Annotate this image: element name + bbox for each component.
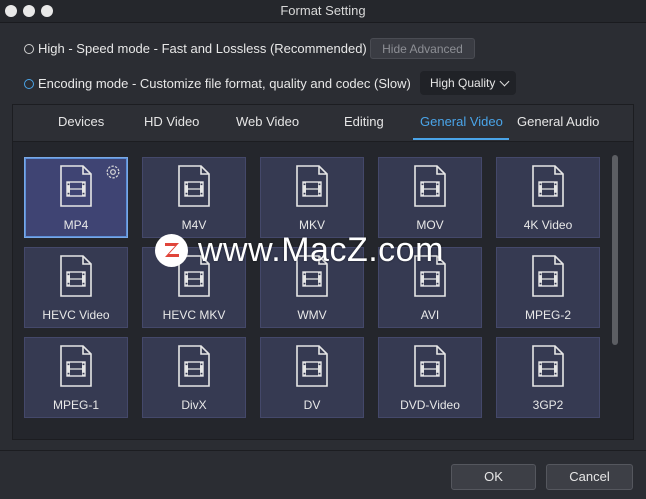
encoding-radio[interactable] [24, 78, 34, 89]
tab-devices[interactable]: Devices [58, 114, 104, 129]
scrollbar[interactable] [612, 155, 618, 345]
high-speed-mode-option[interactable]: High - Speed mode - Fast and Lossless (R… [24, 41, 367, 56]
window-title: Format Setting [280, 3, 366, 18]
format-label: HEVC Video [42, 308, 110, 322]
quality-dropdown[interactable]: High Quality [420, 71, 516, 95]
title-bar: Format Setting [0, 0, 646, 23]
format-tile[interactable]: DVD-Video [378, 337, 482, 418]
format-tile[interactable]: HEVC Video [24, 247, 128, 328]
gear-icon[interactable] [104, 163, 122, 181]
format-label: MP4 [63, 218, 89, 232]
video-file-icon [414, 165, 446, 207]
format-label: HEVC MKV [162, 308, 226, 322]
format-tile[interactable]: MOV [378, 157, 482, 238]
video-file-icon [178, 345, 210, 387]
footer-divider [0, 450, 646, 451]
video-file-icon [532, 165, 564, 207]
format-label: MPEG-1 [52, 398, 99, 412]
video-file-icon [296, 165, 328, 207]
format-label: DV [303, 398, 321, 412]
video-file-icon [414, 345, 446, 387]
high-speed-label: High - Speed mode - Fast and Lossless (R… [38, 41, 367, 56]
video-file-icon [532, 255, 564, 297]
cancel-button[interactable]: Cancel [546, 464, 633, 490]
encoding-label: Encoding mode - Customize file format, q… [38, 76, 411, 91]
format-label: DVD-Video [400, 398, 460, 412]
category-tabs: Devices HD Video Web Video Editing Gener… [13, 105, 633, 142]
format-label: AVI [420, 308, 440, 322]
watermark-text: www.MacZ.com [198, 230, 444, 269]
z-logo-icon [164, 243, 179, 257]
tab-hd-video[interactable]: HD Video [144, 114, 199, 129]
format-tile[interactable]: M4V [142, 157, 246, 238]
active-tab-indicator [413, 138, 509, 140]
format-tile[interactable]: MKV [260, 157, 364, 238]
format-tile[interactable]: 3GP2 [496, 337, 600, 418]
tab-general-audio[interactable]: General Audio [517, 114, 599, 129]
format-label: DivX [181, 398, 207, 412]
format-panel: Devices HD Video Web Video Editing Gener… [12, 104, 634, 440]
video-file-icon [296, 345, 328, 387]
video-file-icon [60, 255, 92, 297]
high-speed-radio[interactable] [24, 43, 34, 54]
tab-web-video[interactable]: Web Video [236, 114, 299, 129]
encoding-mode-option[interactable]: Encoding mode - Customize file format, q… [24, 76, 411, 91]
format-tile[interactable]: 4K Video [496, 157, 600, 238]
format-label: WMV [297, 308, 327, 322]
video-file-icon [60, 165, 92, 207]
format-label: 4K Video [523, 218, 573, 232]
video-file-icon [532, 345, 564, 387]
video-file-icon [178, 165, 210, 207]
format-label: MPEG-2 [524, 308, 571, 322]
quality-value: High Quality [430, 76, 496, 90]
format-tile[interactable]: MPEG-1 [24, 337, 128, 418]
watermark-logo [155, 233, 188, 267]
ok-button[interactable]: OK [451, 464, 536, 490]
chevron-down-icon [499, 76, 510, 86]
hide-advanced-button[interactable]: Hide Advanced [370, 38, 475, 59]
tab-general-video[interactable]: General Video [420, 114, 503, 129]
format-tile[interactable]: MP4 [24, 157, 128, 238]
format-label: 3GP2 [532, 398, 564, 412]
watermark: www.MacZ.com [155, 230, 444, 269]
format-tile[interactable]: MPEG-2 [496, 247, 600, 328]
format-tile[interactable]: DV [260, 337, 364, 418]
tab-editing[interactable]: Editing [344, 114, 384, 129]
video-file-icon [60, 345, 92, 387]
format-tile[interactable]: DivX [142, 337, 246, 418]
